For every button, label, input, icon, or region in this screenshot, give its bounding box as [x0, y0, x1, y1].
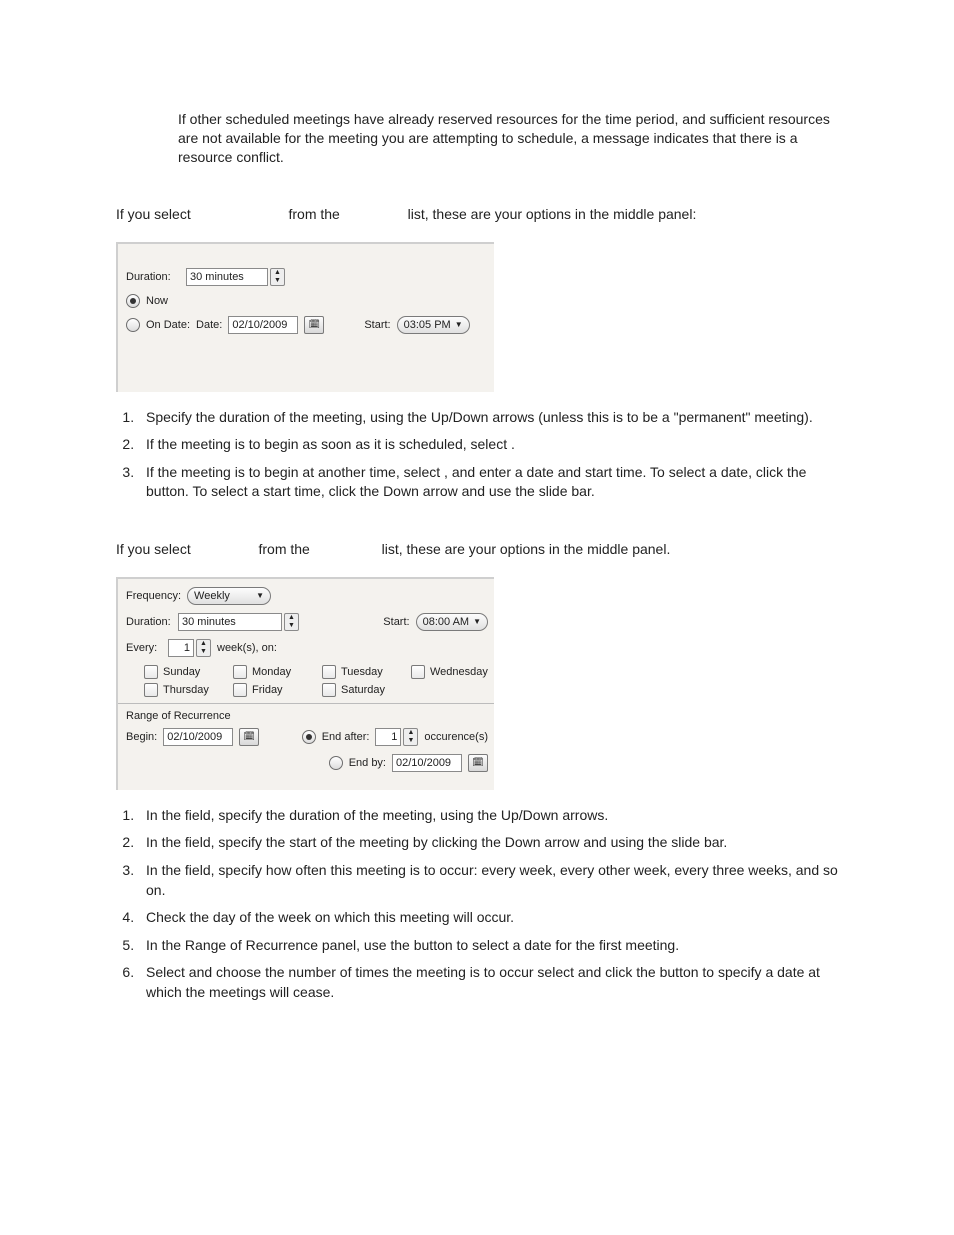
- day-checkbox[interactable]: [144, 683, 158, 697]
- start-time-value: 03:05 PM: [404, 319, 451, 331]
- day-checkbox[interactable]: [233, 665, 247, 679]
- end-by-label: End by:: [349, 757, 386, 769]
- weeks-on-label: week(s), on:: [217, 642, 277, 654]
- chevron-down-icon: ▼: [455, 320, 463, 329]
- section-a-steps: Specify the duration of the meeting, usi…: [116, 408, 838, 502]
- chevron-down-icon: ▼: [473, 617, 481, 626]
- every-spinner[interactable]: 1 ▲▼: [168, 639, 211, 657]
- duration-spinner[interactable]: 30 minutes ▲▼: [178, 613, 299, 631]
- frequency-value: Weekly: [194, 590, 230, 602]
- day-checkbox[interactable]: [233, 683, 247, 697]
- day-label: Thursday: [163, 684, 209, 696]
- end-after-value[interactable]: 1: [375, 728, 401, 746]
- text: from the: [288, 206, 339, 222]
- begin-date-input[interactable]: 02/10/2009: [163, 728, 233, 746]
- day-label: Monday: [252, 666, 291, 678]
- date-input[interactable]: 02/10/2009: [228, 316, 298, 334]
- text: list, these are your options in the midd…: [382, 541, 671, 557]
- frequency-label: Frequency:: [126, 590, 181, 602]
- now-radio[interactable]: [126, 294, 140, 308]
- panel-a: Duration: 30 minutes ▲▼ Now On Date: Dat…: [116, 242, 494, 392]
- list-item: In the field, specify how often this mee…: [138, 861, 838, 900]
- day-label: Sunday: [163, 666, 200, 678]
- panel-b: Frequency: Weekly ▼ Duration: 30 minutes…: [116, 577, 494, 790]
- list-item: If the meeting is to begin at another ti…: [138, 463, 838, 502]
- start-label: Start:: [364, 319, 390, 331]
- start-time-dropdown[interactable]: 08:00 AM ▼: [416, 613, 488, 631]
- duration-spinner[interactable]: 30 minutes ▲▼: [186, 268, 285, 286]
- end-after-label: End after:: [322, 731, 370, 743]
- ondate-label: On Date:: [146, 319, 190, 331]
- list-item: Select and choose the number of times th…: [138, 963, 838, 1002]
- day-label: Tuesday: [341, 666, 383, 678]
- start-label: Start:: [383, 616, 409, 628]
- occurrences-spinner[interactable]: 1 ▲▼: [375, 728, 418, 746]
- duration-label: Duration:: [126, 271, 180, 283]
- stepper-arrows-icon[interactable]: ▲▼: [284, 613, 299, 631]
- duration-label: Duration:: [126, 616, 172, 628]
- list-item: Check the day of the week on which this …: [138, 908, 838, 928]
- calendar-icon[interactable]: 🗓: [304, 316, 324, 334]
- section-a-lead: If you select from the list, these are y…: [116, 205, 838, 224]
- end-after-radio[interactable]: [302, 730, 316, 744]
- page-content: If other scheduled meetings have already…: [0, 0, 954, 1071]
- stepper-arrows-icon[interactable]: ▲▼: [403, 728, 418, 746]
- start-time-dropdown[interactable]: 03:05 PM ▼: [397, 316, 470, 334]
- text: from the: [258, 541, 309, 557]
- list-item: If the meeting is to begin as soon as it…: [138, 435, 838, 455]
- now-label: Now: [146, 295, 168, 307]
- text: If you select: [116, 206, 191, 222]
- begin-label: Begin:: [126, 731, 157, 743]
- list-item: In the field, specify the start of the m…: [138, 833, 838, 853]
- day-checkbox[interactable]: [322, 665, 336, 679]
- chevron-down-icon: ▼: [256, 591, 264, 600]
- occurrences-label: occurence(s): [424, 731, 488, 743]
- day-checkbox[interactable]: [322, 683, 336, 697]
- list-item: In the field, specify the duration of th…: [138, 806, 838, 826]
- every-label: Every:: [126, 642, 162, 654]
- duration-value[interactable]: 30 minutes: [178, 613, 282, 631]
- every-value[interactable]: 1: [168, 639, 194, 657]
- text: If you select: [116, 541, 191, 557]
- ondate-radio[interactable]: [126, 318, 140, 332]
- stepper-arrows-icon[interactable]: ▲▼: [270, 268, 285, 286]
- section-b-steps: In the field, specify the duration of th…: [116, 806, 838, 1003]
- intro-paragraph: If other scheduled meetings have already…: [178, 110, 838, 167]
- day-label: Wednesday: [430, 666, 488, 678]
- calendar-icon[interactable]: 🗓: [468, 754, 488, 772]
- stepper-arrows-icon[interactable]: ▲▼: [196, 639, 211, 657]
- date-label: Date:: [196, 319, 222, 331]
- day-grid: Sunday Monday Tuesday Wednesday Thursday…: [144, 665, 488, 697]
- list-item: In the Range of Recurrence panel, use th…: [138, 936, 838, 956]
- end-by-radio[interactable]: [329, 756, 343, 770]
- text: list, these are your options in the midd…: [408, 206, 697, 222]
- day-checkbox[interactable]: [144, 665, 158, 679]
- section-b-lead: If you select from the list, these are y…: [116, 540, 838, 559]
- frequency-dropdown[interactable]: Weekly ▼: [187, 587, 271, 605]
- end-by-date-input[interactable]: 02/10/2009: [392, 754, 462, 772]
- range-subpanel: Range of Recurrence Begin: 02/10/2009 🗓 …: [118, 703, 494, 772]
- day-checkbox[interactable]: [411, 665, 425, 679]
- list-item: Specify the duration of the meeting, usi…: [138, 408, 838, 428]
- start-time-value: 08:00 AM: [423, 616, 469, 628]
- range-title: Range of Recurrence: [126, 710, 488, 722]
- day-label: Saturday: [341, 684, 385, 696]
- day-label: Friday: [252, 684, 283, 696]
- duration-value[interactable]: 30 minutes: [186, 268, 268, 286]
- calendar-icon[interactable]: 🗓: [239, 728, 259, 746]
